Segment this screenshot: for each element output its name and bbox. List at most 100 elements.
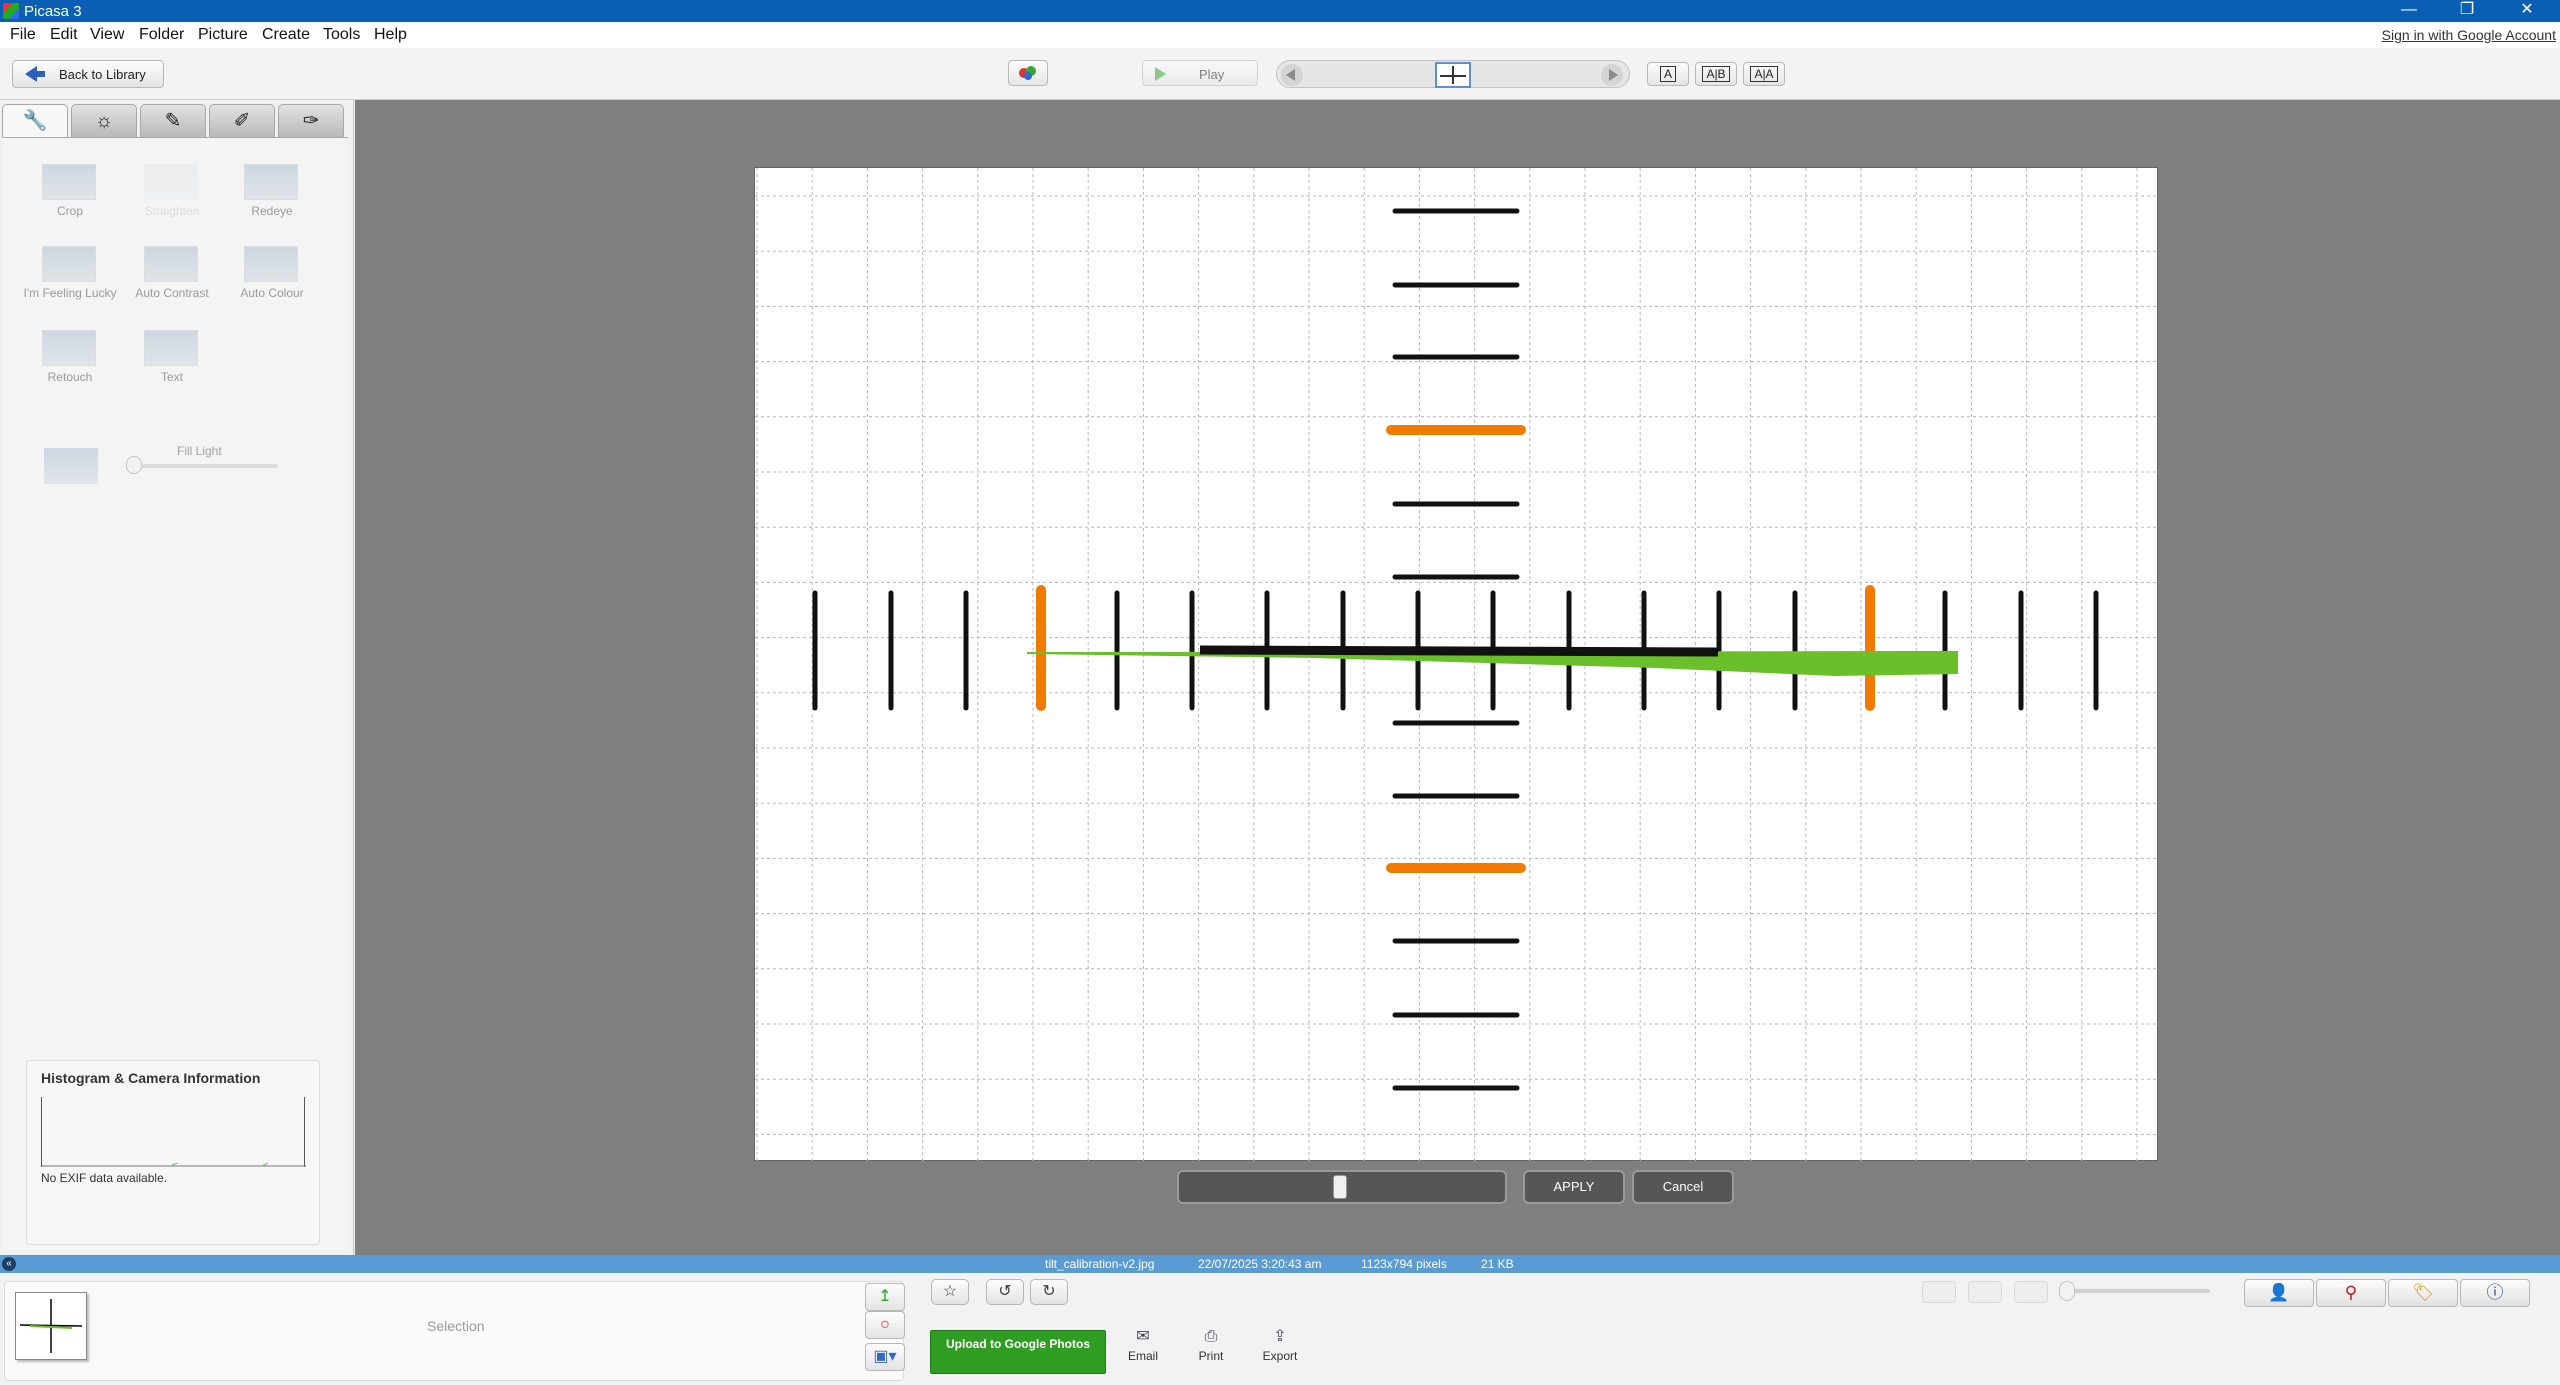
current-photo-thumbnail[interactable]: [1435, 62, 1471, 88]
previous-arrow-icon: [1286, 69, 1295, 81]
menu-edit[interactable]: Edit: [50, 26, 78, 44]
email-icon: ✉: [1136, 1328, 1150, 1345]
straighten-tool[interactable]: Straighten: [122, 164, 222, 228]
crop-tool[interactable]: Crop: [20, 164, 120, 228]
medium-thumb-icon[interactable]: [1968, 1281, 2002, 1303]
minimize-icon[interactable]: —: [2389, 0, 2429, 22]
rotate-left-icon: ↺: [998, 1283, 1012, 1300]
small-thumb-icon[interactable]: [1922, 1281, 1956, 1303]
fill-light-label: Fill Light: [177, 444, 222, 458]
restore-icon[interactable]: ❐: [2447, 0, 2487, 22]
info-icon: ⓘ: [2486, 1283, 2504, 1302]
tags-button[interactable]: 🏷: [2388, 1279, 2458, 1307]
collage-button[interactable]: [1008, 60, 1048, 86]
rotate-right-button[interactable]: ↻: [1030, 1279, 1068, 1305]
menu-view[interactable]: View: [90, 26, 124, 44]
tab-basic-fixes[interactable]: 🔧: [2, 104, 68, 138]
tilt-calibration-image: [755, 168, 2159, 1162]
next-photo-button[interactable]: [1601, 64, 1623, 86]
view-before-after-label: A|A: [1750, 66, 1778, 82]
close-icon[interactable]: ✕: [2507, 0, 2547, 22]
people-button[interactable]: 👤: [2244, 1279, 2314, 1307]
selection-tray: Selection: [4, 1281, 904, 1381]
cancel-button[interactable]: Cancel: [1632, 1170, 1734, 1204]
fill-light-icon: [44, 448, 98, 484]
tab-more-effects[interactable]: ✐: [209, 104, 275, 138]
rotate-right-icon: ↻: [1042, 1283, 1056, 1300]
thumbnail-size-slider[interactable]: [2065, 1289, 2210, 1293]
menu-help[interactable]: Help: [374, 26, 407, 44]
auto-contrast-tool[interactable]: Auto Contrast: [122, 246, 222, 310]
fill-light-slider[interactable]: [128, 464, 278, 468]
view-single-button[interactable]: A: [1647, 62, 1689, 86]
view-compare-button[interactable]: A|B: [1695, 62, 1737, 86]
rotate-left-button[interactable]: ↺: [986, 1279, 1024, 1305]
redeye-tool[interactable]: Redeye: [222, 164, 322, 228]
slideshow-play-button[interactable]: Play: [1142, 60, 1258, 86]
pin-icon: ↥: [878, 1288, 892, 1305]
thumbnail-size-knob[interactable]: [2059, 1281, 2075, 1301]
wrench-icon: 🔧: [22, 110, 48, 132]
straighten-slider[interactable]: [1177, 1170, 1507, 1204]
menu-picture[interactable]: Picture: [198, 26, 248, 44]
star-icon: ☆: [942, 1283, 958, 1300]
properties-button[interactable]: ⓘ: [2460, 1279, 2530, 1307]
tab-tuning[interactable]: ☼: [71, 104, 137, 138]
map-pin-icon: ⚲: [2344, 1283, 2358, 1302]
apply-button[interactable]: APPLY: [1523, 1170, 1625, 1204]
feeling-lucky-tool[interactable]: I'm Feeling Lucky: [20, 246, 120, 310]
export-icon: ⇪: [1273, 1328, 1287, 1345]
filmstrip-navigator: [1276, 60, 1630, 88]
black-baseline: [1199, 645, 1719, 657]
brush-icon: ✎: [164, 110, 182, 132]
auto-colour-icon: [244, 246, 298, 282]
email-button[interactable]: ✉ Email: [1118, 1328, 1168, 1364]
menu-tools[interactable]: Tools: [323, 26, 360, 44]
menu-bar: File Edit View Folder Picture Create Too…: [0, 22, 2560, 48]
edit-tabs: 🔧 ☼ ✎ ✐ ✑: [2, 104, 348, 138]
histogram-panel: Histogram & Camera Information No EXIF d…: [26, 1060, 320, 1245]
status-dimensions: 1123x794 pixels: [1361, 1257, 1447, 1271]
text-abc-icon: [144, 330, 198, 366]
auto-colour-tool[interactable]: Auto Colour: [222, 246, 322, 310]
status-datetime: 22/07/2025 3:20:43 am: [1198, 1257, 1322, 1271]
histogram-graph: [41, 1097, 306, 1167]
print-button[interactable]: ⎙ Print: [1186, 1328, 1236, 1364]
album-icon: ▣▾: [873, 1348, 897, 1365]
window-titlebar: Picasa 3 — ❐ ✕: [0, 0, 2560, 22]
back-to-library-button[interactable]: Back to Library: [12, 60, 164, 88]
status-filesize: 21 KB: [1481, 1257, 1514, 1271]
straighten-slider-knob[interactable]: [1333, 1175, 1347, 1199]
view-before-after-button[interactable]: A|A: [1743, 62, 1785, 86]
effects-brush-blue-icon: ✑: [302, 110, 320, 132]
previous-photo-button[interactable]: [1281, 64, 1303, 86]
export-button[interactable]: ⇪ Export: [1255, 1328, 1305, 1364]
clear-selection-button[interactable]: ○: [865, 1311, 905, 1339]
fill-light-slider-knob[interactable]: [126, 456, 142, 474]
view-single-label: A: [1659, 66, 1676, 82]
tab-even-more-effects[interactable]: ✑: [278, 104, 344, 138]
upload-to-google-photos-button[interactable]: Upload to Google Photos: [930, 1330, 1106, 1374]
retouch-tool[interactable]: Retouch: [20, 330, 120, 394]
tab-effects[interactable]: ✎: [140, 104, 206, 138]
menu-folder[interactable]: Folder: [139, 26, 184, 44]
photo-tray: Selection ↥ ○ ▣▾ ☆ ↺ ↻ Upload to Google …: [0, 1273, 2560, 1385]
selected-photo-thumbnail[interactable]: [15, 1292, 87, 1360]
person-icon: 👤: [2268, 1283, 2290, 1302]
places-button[interactable]: ⚲: [2316, 1279, 2386, 1307]
print-icon: ⎙: [1204, 1328, 1218, 1345]
play-label: Play: [1199, 67, 1225, 82]
star-button[interactable]: ☆: [931, 1279, 969, 1305]
retouch-icon: [42, 330, 96, 366]
text-tool[interactable]: Text: [122, 330, 222, 394]
feeling-lucky-icon: [42, 246, 96, 282]
collapse-panel-icon[interactable]: «: [2, 1257, 16, 1271]
edit-panel: 🔧 ☼ ✎ ✐ ✑ Crop Straighten Redeye I'm Fee…: [0, 100, 354, 1255]
large-thumb-icon[interactable]: [2014, 1281, 2048, 1303]
menu-file[interactable]: File: [10, 26, 36, 44]
hold-selection-button[interactable]: ↥: [865, 1283, 905, 1311]
sign-in-link[interactable]: Sign in with Google Account: [2382, 27, 2556, 43]
photo-preview[interactable]: [754, 167, 2159, 1162]
add-to-album-button[interactable]: ▣▾: [865, 1343, 905, 1371]
menu-create[interactable]: Create: [262, 26, 310, 44]
